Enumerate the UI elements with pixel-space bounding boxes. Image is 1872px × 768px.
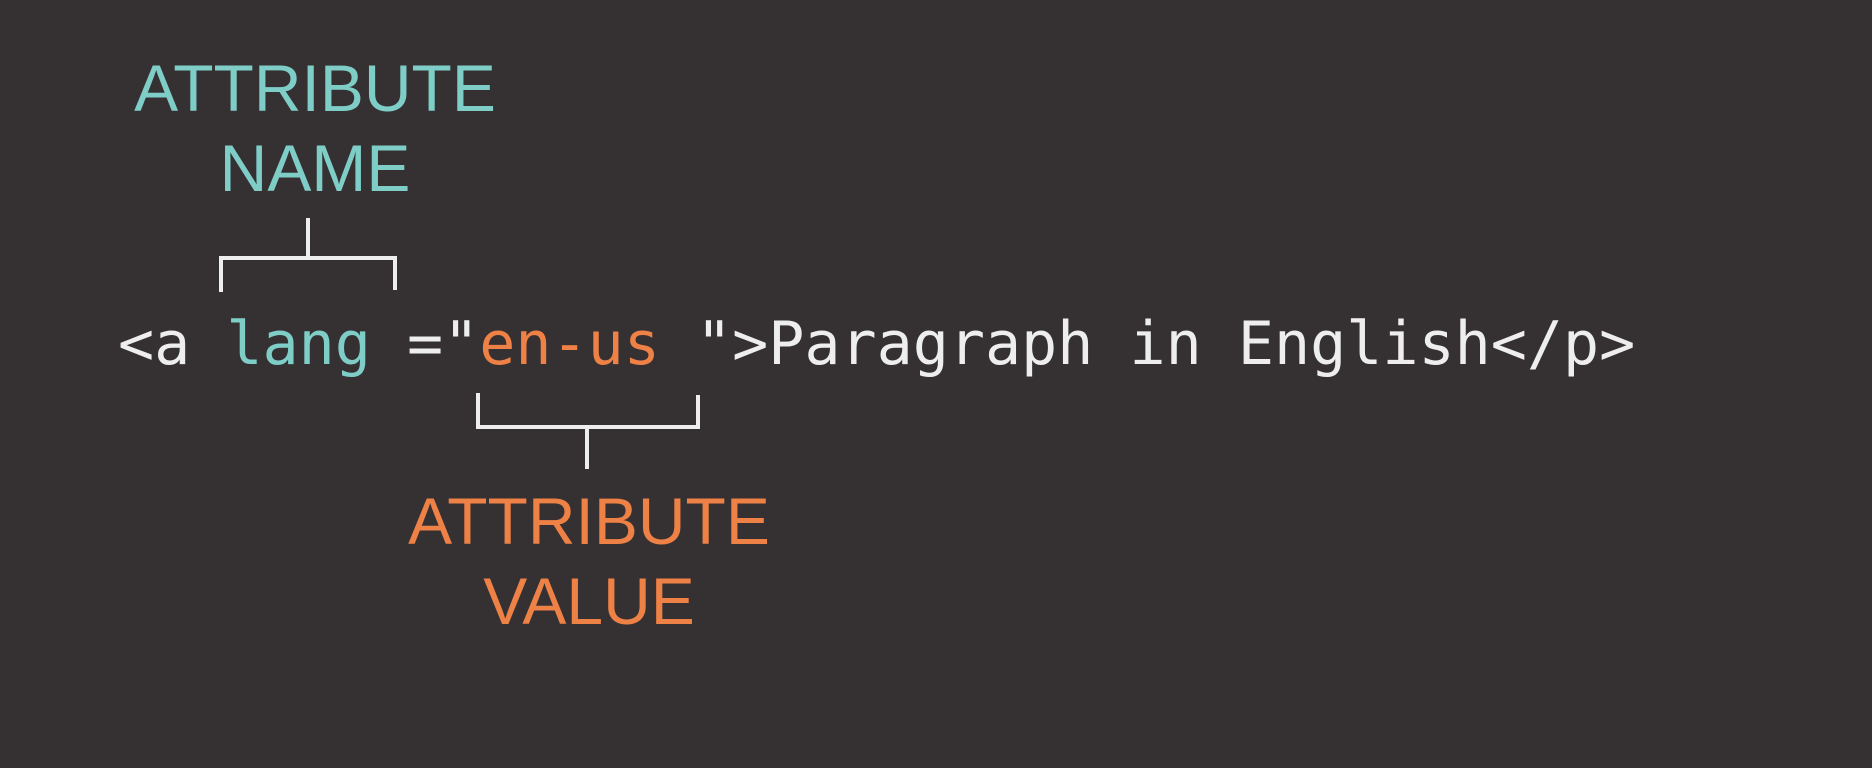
attribute-name-label-line1: ATTRIBUTE	[134, 51, 496, 125]
code-tag-open: <a	[118, 309, 227, 379]
code-equals-quote: ="	[370, 309, 480, 379]
code-attribute-name: lang	[226, 309, 371, 379]
attribute-name-label-line2: NAME	[219, 131, 411, 205]
attribute-name-bracket-shape	[219, 256, 397, 292]
attribute-value-bracket	[476, 393, 700, 469]
attribute-value-bracket-shape	[476, 393, 700, 429]
attribute-value-label-line1: ATTRIBUTE	[408, 484, 770, 558]
attribute-name-bracket	[219, 218, 397, 292]
code-tag-close: </p>	[1490, 309, 1636, 379]
attribute-value-label-line2: VALUE	[483, 564, 695, 638]
attribute-value-label: ATTRIBUTE VALUE	[389, 481, 789, 641]
attribute-name-label: ATTRIBUTE NAME	[115, 48, 515, 208]
code-line: <a lang ="en-us ">Paragraph in English</…	[118, 304, 1635, 384]
code-close-quote-bracket: ">	[659, 309, 769, 379]
code-attribute-value: en-us	[479, 309, 660, 379]
code-text-content: Paragraph in English	[768, 309, 1491, 379]
